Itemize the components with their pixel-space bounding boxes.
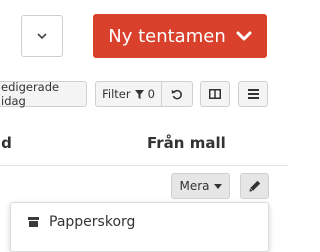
menu-button[interactable]	[238, 81, 268, 107]
chevron-down-icon	[236, 31, 252, 41]
hamburger-icon	[247, 89, 259, 99]
funnel-icon	[134, 89, 144, 99]
column-header-from-template[interactable]: Från mall	[147, 134, 226, 152]
columns-icon	[209, 89, 221, 99]
column-header-id[interactable]: id	[0, 134, 12, 152]
reset-filter-button[interactable]	[161, 81, 193, 107]
filter-count: 0	[147, 87, 155, 101]
pencil-icon	[248, 180, 260, 192]
edit-button[interactable]	[240, 173, 269, 199]
dropdown-item-trash[interactable]: Papperskorg	[28, 211, 135, 233]
dropdown-item-label: Papperskorg	[49, 214, 136, 230]
archive-icon	[28, 217, 39, 227]
more-actions-label: Mera	[179, 179, 210, 193]
undo-icon	[171, 89, 182, 100]
caret-down-icon	[213, 183, 222, 189]
header-divider	[0, 165, 288, 166]
columns-toggle-button[interactable]	[200, 81, 230, 107]
collapse-toggle-button[interactable]	[21, 15, 63, 57]
filter-button[interactable]: Filter 0	[95, 81, 161, 107]
new-exam-label: Ny tentamen	[108, 25, 226, 47]
more-actions-button[interactable]: Mera	[171, 173, 230, 199]
chevron-down-icon	[37, 33, 47, 40]
edited-today-label: edigerade idag	[1, 80, 60, 108]
filter-label: Filter	[102, 87, 131, 101]
new-exam-button[interactable]: Ny tentamen	[93, 14, 267, 58]
edited-today-filter-button[interactable]: edigerade idag	[0, 80, 87, 108]
